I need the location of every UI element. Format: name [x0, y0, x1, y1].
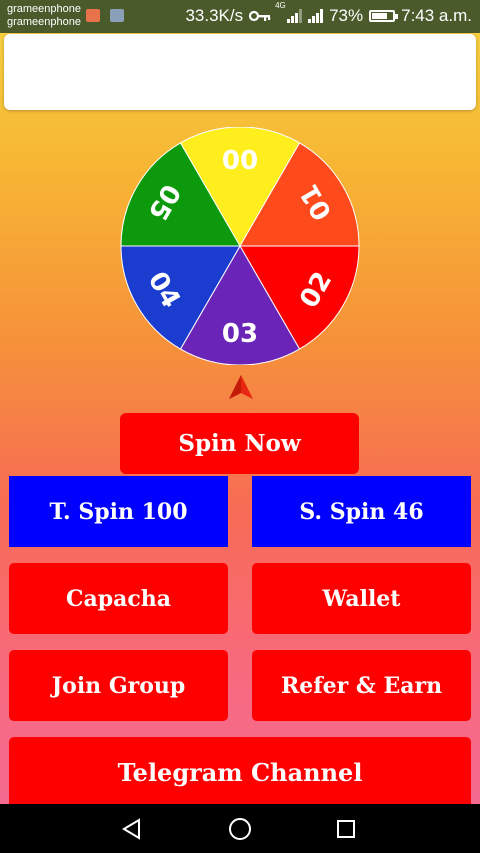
clock: 7:43 a.m.	[401, 6, 472, 25]
home-button[interactable]	[210, 804, 270, 853]
recents-icon	[337, 819, 355, 838]
wheel-pointer-icon	[229, 375, 253, 399]
battery-icon	[369, 10, 399, 22]
signal-icon-1: 4G	[275, 1, 303, 23]
join-group-button[interactable]: Join Group	[9, 650, 228, 721]
wheel-label-00: 00	[222, 143, 258, 173]
vpn-key-icon	[249, 10, 271, 22]
network-type-label: 4G	[275, 1, 286, 10]
recents-button[interactable]	[316, 804, 376, 853]
wheel-label-03: 03	[222, 319, 258, 349]
spin-wheel[interactable]: 000102030405	[119, 127, 361, 365]
capacha-button[interactable]: Capacha	[9, 563, 228, 634]
navigation-bar	[0, 804, 480, 853]
app-notification-icon	[86, 9, 100, 22]
refer-earn-button[interactable]: Refer & Earn	[252, 650, 471, 721]
gallery-notification-icon	[110, 9, 124, 22]
spin-now-button[interactable]: Spin Now	[120, 413, 359, 474]
battery-percent: 73%	[329, 6, 364, 25]
spin-left-button[interactable]: S. Spin 46	[252, 476, 471, 547]
wallet-button[interactable]: Wallet	[252, 563, 471, 634]
top-panel	[4, 34, 476, 110]
network-speed: 33.3K/s	[185, 6, 244, 25]
status-bar: grameenphone grameenphone 33.3K/s 4G 73%…	[0, 0, 480, 33]
carrier-names: grameenphone grameenphone	[7, 3, 81, 29]
signal-icon-2	[308, 9, 324, 23]
back-icon	[122, 817, 140, 840]
status-right: 33.3K/s 4G 73% 7:43 a.m.	[185, 1, 472, 26]
home-icon	[229, 817, 251, 840]
total-spin-button[interactable]: T. Spin 100	[9, 476, 228, 547]
carrier-name-1: grameenphone	[7, 3, 82, 15]
carrier-name-2: grameenphone	[7, 16, 82, 28]
telegram-channel-button[interactable]: Telegram Channel	[9, 737, 471, 808]
back-button[interactable]	[102, 804, 162, 853]
